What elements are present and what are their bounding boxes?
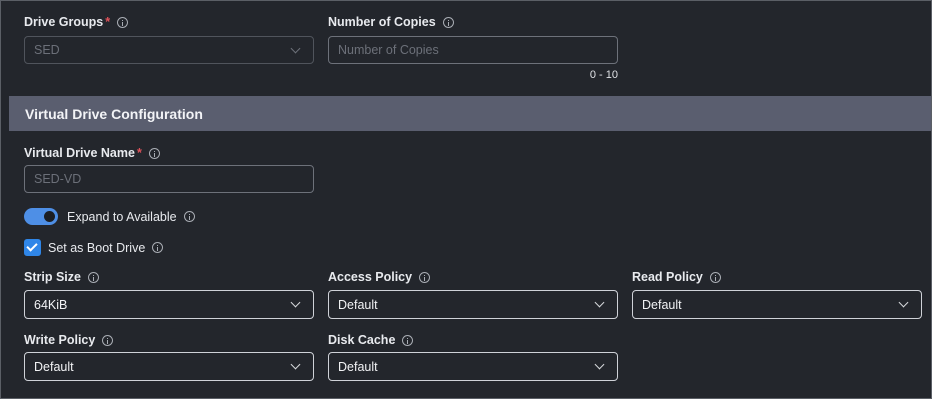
access-policy-label: Access Policy <box>328 270 431 284</box>
info-icon[interactable] <box>183 211 195 222</box>
info-icon[interactable] <box>402 334 414 346</box>
chevron-down-icon <box>290 297 301 308</box>
number-of-copies-label: Number of Copies <box>328 15 454 29</box>
expand-to-available-toggle[interactable] <box>24 208 58 225</box>
disk-cache-label: Disk Cache <box>328 333 414 347</box>
copies-range-hint: 0 - 10 <box>589 69 618 81</box>
read-policy-select[interactable]: Default <box>632 290 922 319</box>
info-icon[interactable] <box>102 334 114 346</box>
info-icon[interactable] <box>148 147 160 159</box>
strip-size-select[interactable]: 64KiB <box>24 290 314 319</box>
drive-groups-label: Drive Groups * <box>24 15 129 29</box>
info-icon[interactable] <box>87 271 99 283</box>
required-asterisk: * <box>136 146 142 160</box>
virtual-drive-name-label: Virtual Drive Name * <box>24 146 160 160</box>
chevron-down-icon <box>290 359 301 370</box>
info-icon[interactable] <box>152 242 164 253</box>
info-icon[interactable] <box>419 271 431 283</box>
set-as-boot-drive-row: Set as Boot Drive <box>24 239 164 256</box>
drive-groups-select: SED <box>24 36 314 64</box>
access-policy-select[interactable]: Default <box>328 290 618 319</box>
required-asterisk: * <box>105 15 111 29</box>
set-as-boot-drive-label: Set as Boot Drive <box>48 240 146 255</box>
info-icon[interactable] <box>117 16 129 28</box>
expand-to-available-row: Expand to Available <box>24 208 195 225</box>
info-icon[interactable] <box>709 271 721 283</box>
chevron-down-icon <box>290 43 301 53</box>
section-title: Virtual Drive Configuration <box>25 105 203 122</box>
read-policy-label: Read Policy <box>632 270 721 284</box>
strip-size-label: Strip Size <box>24 270 99 284</box>
chevron-down-icon <box>594 297 605 308</box>
chevron-down-icon <box>594 359 605 370</box>
set-as-boot-drive-checkbox[interactable] <box>24 239 41 256</box>
virtual-drive-name-input[interactable]: SED-VD <box>24 165 314 193</box>
chevron-down-icon <box>898 297 909 308</box>
form-panel: Drive Groups * SED Number of Copies Numb… <box>0 0 932 399</box>
expand-to-available-label: Expand to Available <box>67 209 177 224</box>
toggle-knob <box>44 211 55 222</box>
write-policy-label: Write Policy <box>24 333 114 347</box>
number-of-copies-input[interactable]: Number of Copies <box>328 36 618 64</box>
disk-cache-select[interactable]: Default <box>328 352 618 381</box>
write-policy-select[interactable]: Default <box>24 352 314 381</box>
info-icon[interactable] <box>442 16 454 28</box>
section-header: Virtual Drive Configuration <box>9 96 931 131</box>
